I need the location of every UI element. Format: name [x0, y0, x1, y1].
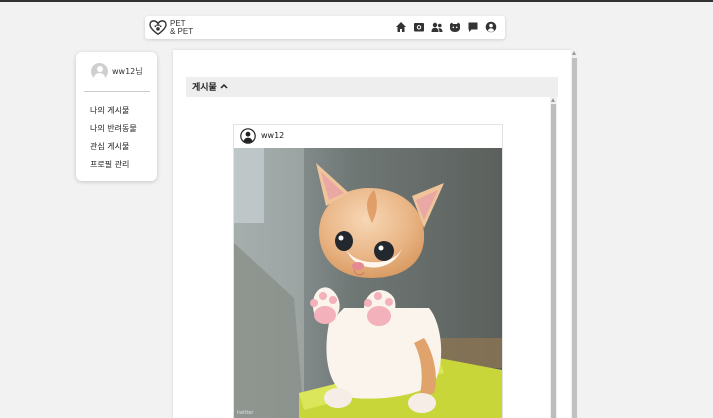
sidebar-item-my-posts[interactable]: 나의 게시물 [90, 102, 137, 120]
post-username[interactable]: ww12 [261, 131, 284, 140]
posts-section-header[interactable]: 게시물 [186, 77, 558, 97]
scroll-up-arrow-icon[interactable] [572, 51, 576, 55]
post-header: ww12 [234, 125, 502, 148]
section-title: 게시물 [192, 83, 217, 93]
sidebar: ww12님 나의 게시물 나의 반려동물 관심 게시물 프로필 관리 [76, 52, 157, 181]
post-card[interactable]: ww12 twitter [233, 124, 503, 418]
user-avatar-icon[interactable] [240, 128, 256, 144]
top-header: PET & PET [145, 16, 505, 39]
scrollbar-thumb[interactable] [572, 58, 577, 418]
top-border [0, 0, 713, 2]
image-watermark: twitter [237, 410, 254, 416]
sidebar-menu: 나의 게시물 나의 반려동물 관심 게시물 프로필 관리 [90, 102, 137, 174]
post-image[interactable]: twitter [234, 148, 502, 418]
scrollbar-thumb[interactable] [551, 104, 556, 418]
sidebar-username: ww12님 [112, 67, 143, 76]
app-logo[interactable]: PET & PET [149, 18, 193, 37]
logo-text: PET & PET [170, 19, 194, 36]
main-scrollbar[interactable] [571, 50, 578, 418]
sidebar-item-profile-settings[interactable]: 프로필 관리 [90, 156, 137, 174]
sidebar-divider [84, 91, 150, 92]
sidebar-item-my-pets[interactable]: 나의 반려동물 [90, 120, 137, 138]
paw-heart-logo-icon [149, 19, 167, 35]
scroll-up-arrow-icon[interactable] [551, 98, 555, 102]
kitten-photo [234, 148, 502, 418]
top-nav [395, 21, 497, 33]
people-icon[interactable] [431, 21, 443, 33]
sidebar-item-favorite-posts[interactable]: 관심 게시물 [90, 138, 137, 156]
profile-icon[interactable] [485, 21, 497, 33]
home-icon[interactable] [395, 21, 407, 33]
logo-text-line2: & PET [170, 26, 194, 36]
posts-scrollbar[interactable] [550, 97, 557, 418]
avatar [91, 63, 108, 80]
pets-icon[interactable] [449, 21, 461, 33]
chat-icon[interactable] [467, 21, 479, 33]
sidebar-user: ww12님 [91, 63, 143, 80]
photo-icon[interactable] [413, 21, 425, 33]
chevron-up-icon[interactable] [220, 83, 228, 89]
